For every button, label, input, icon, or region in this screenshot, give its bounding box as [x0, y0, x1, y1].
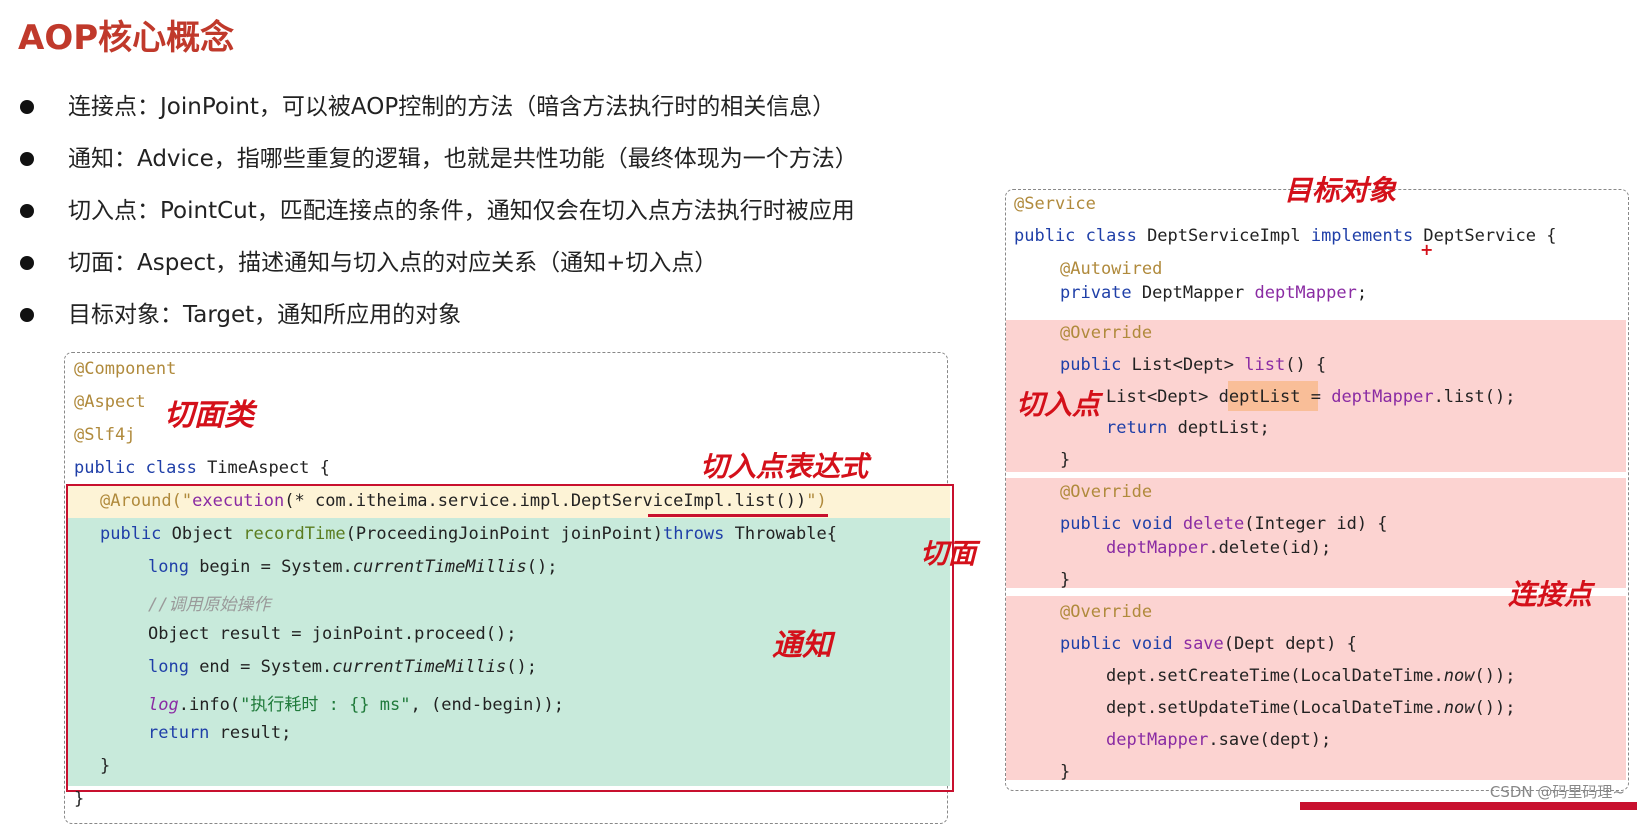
code-line: public List<Dept> list() { [1060, 355, 1327, 375]
code-line: log.info("执行耗时 : {} ms", (end-begin)); [148, 695, 565, 715]
code-line: @Override [1060, 602, 1153, 622]
bullet-text: 切面：Aspect，描述通知与切入点的对应关系（通知+切入点） [68, 250, 718, 276]
code-line: @Component [74, 359, 177, 379]
bullet-icon [20, 256, 34, 270]
aspect-class-annotation: 切面类 [164, 398, 254, 433]
bullet-text: 通知：Advice，指哪些重复的逻辑，也就是共性功能（最终体现为一个方法） [68, 146, 858, 172]
code-line: public void delete(Integer id) { [1060, 514, 1388, 534]
code-line: List<Dept> deptList = deptMapper.list(); [1106, 387, 1516, 407]
code-line: public Object recordTime(ProceedingJoinP… [100, 524, 837, 544]
joinpoint-highlight [1006, 596, 1626, 780]
code-line: @Slf4j [74, 425, 136, 445]
target-underline [648, 514, 828, 517]
pointcut-annotation: 切入点 [1016, 388, 1101, 421]
code-line: public class DeptServiceImpl implements … [1014, 226, 1557, 246]
code-line: long end = System.currentTimeMillis(); [148, 657, 537, 677]
code-line: return result; [148, 723, 292, 743]
code-line: dept.setUpdateTime(LocalDateTime.now()); [1106, 698, 1516, 718]
code-line: } [1060, 450, 1071, 470]
footer-bar [1300, 802, 1637, 810]
code-line: deptMapper.delete(id); [1106, 538, 1332, 558]
aspect-annotation: 切面 [920, 537, 977, 570]
code-line: } [74, 789, 85, 809]
code-line: } [100, 756, 111, 776]
code-line: } [1060, 762, 1071, 782]
bullet-icon [20, 204, 34, 218]
page-title: AOP核心概念 [18, 18, 235, 58]
bullet-icon [20, 308, 34, 322]
code-line: deptMapper.save(dept); [1106, 730, 1332, 750]
code-line: dept.setCreateTime(LocalDateTime.now()); [1106, 666, 1516, 686]
target-annotation: 目标对象 [1284, 174, 1397, 207]
code-line: long begin = System.currentTimeMillis(); [148, 557, 558, 577]
joinpoint-annotation: 连接点 [1508, 578, 1593, 611]
code-line: @Aspect [74, 392, 146, 412]
around-annotation-line: @Around("execution(* com.itheima.service… [100, 491, 827, 511]
code-line: } [1060, 570, 1071, 590]
code-line: return deptList; [1106, 418, 1270, 438]
advice-annotation: 通知 [772, 628, 832, 663]
bullet-text: 连接点：JoinPoint，可以被AOP控制的方法（暗含方法执行时的相关信息） [68, 94, 836, 120]
cursor-plus-icon: + [1420, 240, 1434, 259]
code-line: Object result = joinPoint.proceed(); [148, 624, 517, 644]
code-line: public class TimeAspect { [74, 458, 330, 478]
bullet-text: 目标对象：Target，通知所应用的对象 [68, 302, 462, 328]
code-line: @Service [1014, 194, 1096, 214]
pointcut-expression-annotation: 切入点表达式 [700, 450, 869, 483]
code-line: @Autowired [1060, 259, 1163, 279]
code-comment: //调用原始操作 [148, 595, 271, 615]
code-line: @Override [1060, 323, 1153, 343]
code-line: private DeptMapper deptMapper; [1060, 283, 1368, 303]
code-line: public void save(Dept dept) { [1060, 634, 1357, 654]
bullet-icon [20, 152, 34, 166]
code-line: @Override [1060, 482, 1153, 502]
bullet-text: 切入点：PointCut，匹配连接点的条件，通知仅会在切入点方法执行时被应用 [68, 198, 855, 224]
bullet-icon [20, 100, 34, 114]
watermark: CSDN @码里码理~ [1489, 783, 1625, 801]
